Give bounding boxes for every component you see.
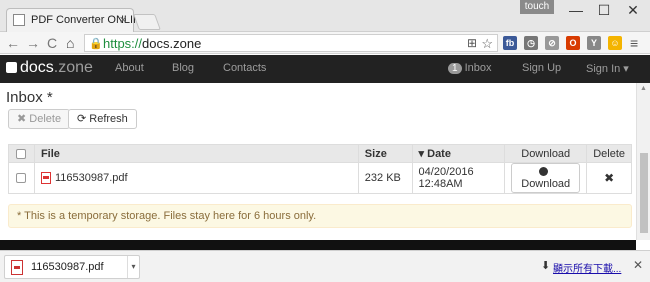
nav-blog[interactable]: Blog [172, 62, 194, 74]
date-cell: 04/20/2016 12:48AM [411, 162, 506, 194]
forward-icon[interactable]: → [26, 35, 40, 51]
scroll-up-icon[interactable]: ▲ [640, 85, 647, 92]
delete-row-icon[interactable]: ✖ [586, 162, 632, 194]
nav-signin[interactable]: Sign In ▾ [586, 62, 629, 75]
table-row: 116530987.pdf 232 KB 04/20/2016 12:48AM … [8, 162, 632, 194]
url-text[interactable]: https://docs.zone [103, 36, 201, 51]
scroll-thumb[interactable] [640, 153, 648, 233]
back-icon[interactable]: ← [6, 35, 20, 51]
inbox-count-badge: 1 [448, 63, 462, 74]
size-column-header[interactable]: Size [357, 144, 413, 163]
address-bar[interactable]: 🔒 https://docs.zone ⊞ ☆ [84, 34, 498, 52]
browser-toolbar: ← → C ⌂ 🔒 https://docs.zone ⊞ ☆ fb ◷ ⊘ O… [0, 32, 650, 54]
browser-titlebar: PDF Converter ONLINE × touch — ☐ ✕ [0, 0, 650, 32]
smiley-extension-icon[interactable]: ☺ [608, 36, 622, 50]
select-all-cell [8, 144, 35, 163]
date-column-header[interactable]: ▾ Date [411, 144, 506, 163]
bookmark-star-icon[interactable]: ☆ [481, 36, 493, 52]
row-checkbox-cell [8, 162, 35, 194]
tab-close-icon[interactable]: × [119, 12, 127, 27]
download-options-icon[interactable]: ▾ [127, 256, 139, 278]
file-table: File Size ▾ Date Download Delete 1165309… [8, 144, 632, 194]
minimize-icon[interactable]: — [564, 2, 588, 18]
refresh-button[interactable]: ⟳ Refresh [68, 109, 137, 129]
download-file-name: 116530987.pdf [31, 261, 104, 273]
block-extension-icon[interactable]: ⊘ [545, 36, 559, 50]
show-all-downloads-link[interactable]: 顯示所有下載... [553, 260, 621, 275]
browser-tab[interactable]: PDF Converter ONLINE × [6, 8, 148, 32]
close-shelf-icon[interactable]: ✕ [633, 258, 643, 272]
tab-title: PDF Converter ONLINE [31, 14, 149, 26]
nav-inbox[interactable]: 1 Inbox [448, 62, 491, 74]
nav-about[interactable]: About [115, 62, 144, 74]
row-checkbox[interactable] [16, 173, 27, 184]
reload-icon[interactable]: C [47, 35, 57, 51]
site-logo[interactable]: docs.zone [6, 59, 93, 77]
page-title: Inbox * [6, 89, 53, 106]
lock-icon: 🔒 [89, 38, 103, 50]
profile-badge[interactable]: touch [520, 0, 554, 14]
maximize-icon[interactable]: ☐ [592, 2, 616, 19]
file-name[interactable]: 116530987.pdf [55, 172, 128, 184]
new-tab-button[interactable] [133, 14, 161, 30]
file-column-header[interactable]: File [33, 144, 359, 163]
logo-icon [6, 62, 17, 73]
page-footer-bar [0, 240, 636, 250]
download-arrow-icon [539, 167, 549, 176]
download-icon: ⬇ [541, 260, 551, 272]
home-icon[interactable]: ⌂ [66, 35, 74, 51]
y-extension-icon[interactable]: Y [587, 36, 601, 50]
delete-column-header: Delete [586, 144, 632, 163]
office-extension-icon[interactable]: O [566, 36, 580, 50]
page-scrollbar[interactable]: ▲ [636, 83, 650, 240]
size-cell: 232 KB [357, 162, 413, 194]
pdf-file-icon [40, 172, 51, 185]
nav-contacts[interactable]: Contacts [223, 62, 266, 74]
close-window-icon[interactable]: ✕ [621, 2, 645, 19]
select-all-checkbox[interactable] [16, 148, 27, 159]
delete-button[interactable]: ✖ Delete [8, 109, 71, 129]
page-content: Inbox * ✖ Delete ⟳ Refresh File Size ▾ D… [0, 83, 636, 240]
download-cell: Download [504, 162, 588, 194]
download-column-header: Download [504, 144, 588, 163]
translate-icon[interactable]: ⊞ [467, 36, 477, 50]
facebook-extension-icon[interactable]: fb [503, 36, 517, 50]
menu-icon[interactable]: ≡ [630, 35, 638, 51]
pdf-file-icon [11, 260, 23, 275]
storage-notice: * This is a temporary storage. Files sta… [8, 204, 632, 228]
download-button[interactable]: Download [511, 163, 581, 193]
download-shelf: 116530987.pdf ▾ ⬇ 顯示所有下載... ✕ [0, 250, 650, 282]
download-item[interactable]: 116530987.pdf ▾ [4, 255, 140, 279]
clock-extension-icon[interactable]: ◷ [524, 36, 538, 50]
site-navbar: docs.zone About Blog Contacts 1 Inbox Sig… [0, 55, 650, 83]
file-cell: 116530987.pdf [33, 162, 359, 194]
nav-signup[interactable]: Sign Up [522, 62, 561, 74]
tab-favicon-icon [13, 14, 25, 26]
